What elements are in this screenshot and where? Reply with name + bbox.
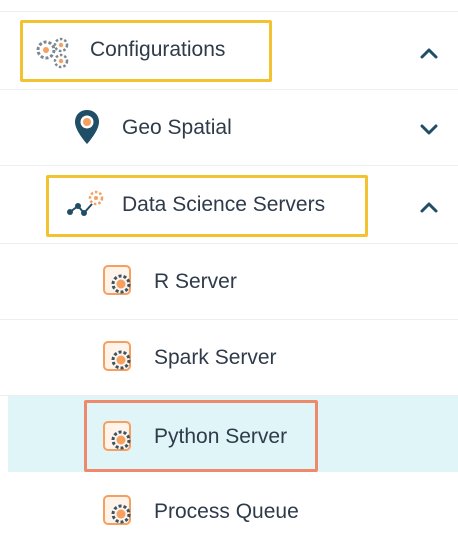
server-gear-icon [103,341,131,371]
menu-item-spark-server[interactable]: Spark Server [0,320,458,396]
menu-item-data-science-servers[interactable]: Data Science Servers [0,166,458,244]
chevron-down-icon[interactable] [418,118,440,140]
chevron-up-icon[interactable] [418,196,440,218]
server-gear-icon [103,495,131,525]
gears-icon [36,37,69,69]
menu-item-label: Configurations [90,38,226,61]
server-gear-icon [103,265,131,295]
menu-item-label: Spark Server [154,346,277,369]
menu-item-label: Python Server [154,425,288,448]
menu-item-label: Process Queue [154,500,299,523]
map-pin-icon [75,110,99,144]
menu-item-r-server[interactable]: R Server [0,244,458,320]
top-divider [0,0,458,12]
chevron-up-icon[interactable] [418,42,440,64]
menu-item-process-queue[interactable]: Process Queue [0,472,458,544]
menu-item-label: Data Science Servers [122,193,326,216]
menu-item-geo-spatial[interactable]: Geo Spatial [0,90,458,166]
network-gear-icon [67,190,104,216]
menu-item-python-server[interactable]: Python Server [8,396,458,472]
server-gear-icon [103,421,131,451]
menu-item-label: Geo Spatial [122,116,232,139]
menu-item-configurations[interactable]: Configurations [0,12,458,90]
menu-item-label: R Server [154,270,237,293]
